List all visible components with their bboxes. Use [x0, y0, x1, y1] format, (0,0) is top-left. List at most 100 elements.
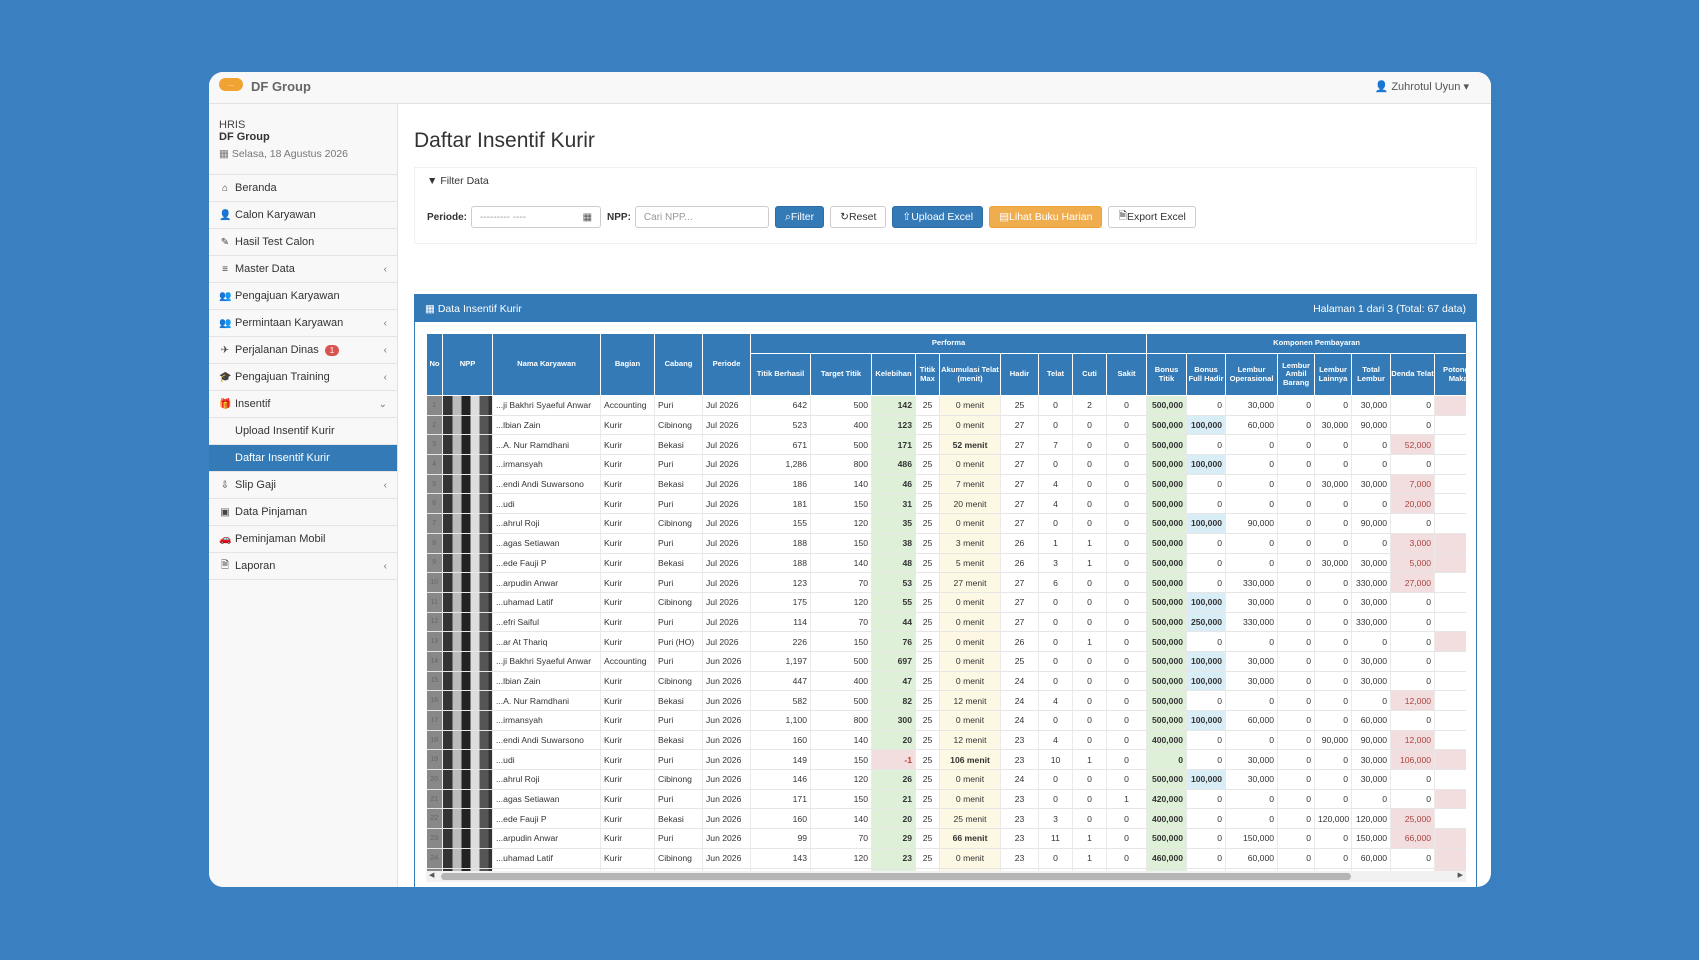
horizontal-scrollbar[interactable]: ◀ ▶	[426, 871, 1466, 882]
table-row[interactable]: 13 ...ar At Thariq Kurir Puri (HO) Jul 2026 2…	[426, 631, 1466, 652]
table-cell: Accounting	[600, 651, 655, 672]
lihat-buku-harian-button[interactable]: ▤ Lihat Buku Harian	[989, 206, 1103, 228]
table-cell: 330,000	[1225, 572, 1279, 593]
brand-logo[interactable]: ...	[219, 78, 243, 91]
table-cell: 0	[1106, 690, 1148, 711]
sidebar-item-hasil-test-calon[interactable]: ✎ Hasil Test Calon	[209, 229, 397, 256]
table-row[interactable]: 5 ...endi Andi Suwarsono Kurir Bekasi Jul 20…	[426, 474, 1466, 495]
export-excel-button[interactable]: 🗎 Export Excel	[1108, 206, 1196, 228]
table-row[interactable]: 3 ...A. Nur Ramdhani Kurir Bekasi Jul 2026 67…	[426, 434, 1466, 456]
table-row[interactable]: 23 ...arpudin Anwar Kurir Puri Jun 2026 99 70 2…	[426, 828, 1466, 849]
table-cell: 30,000	[1314, 553, 1353, 574]
table-cell: 22	[426, 808, 443, 830]
col-header[interactable]: NPP	[442, 333, 493, 396]
table-container[interactable]: No NPP Nama Karyawan Bagian Cabang Perio…	[426, 333, 1466, 873]
sidebar-item-laporan[interactable]: 🗎 Laporan ‹	[209, 553, 397, 580]
table-row[interactable]: 8 ...agas Setiawan Kurir Puri Jul 2026 188 150…	[426, 533, 1466, 554]
sidebar-item-insentif[interactable]: 🎁 Insentif ⌄	[209, 391, 397, 418]
col-header[interactable]: Periode	[702, 333, 751, 396]
table-row[interactable]: 16 ...A. Nur Ramdhani Kurir Bekasi Jun 2026 5…	[426, 690, 1466, 711]
sidebar-item-master-data[interactable]: ≡ Master Data ‹	[209, 256, 397, 283]
table-row[interactable]: 14 ...ji Bakhri Syaeful Anwar Accounting Pu…	[426, 651, 1466, 672]
col-header[interactable]: Hadir	[1000, 353, 1039, 396]
calendar-icon[interactable]: ▦	[583, 212, 592, 223]
table-row[interactable]: 12 ...efri Saiful Kurir Puri Jul 2026 114 70 44…	[426, 612, 1466, 633]
table-cell: 0	[1314, 848, 1353, 869]
brand-name[interactable]: DF Group	[251, 79, 311, 94]
col-header[interactable]: Denda Telat	[1390, 353, 1436, 396]
sidebar-item-perjalanan-dinas[interactable]: ✈ Perjalanan Dinas 1 ‹	[209, 337, 397, 364]
sidebar-item-permintaan-karyawan[interactable]: 👥 Permintaan Karyawan ‹	[209, 310, 397, 337]
table-row[interactable]: 9 ...ede Fauji P Kurir Bekasi Jul 2026 188 140…	[426, 553, 1466, 574]
sidebar-item-pengajuan-karyawan[interactable]: 👥 Pengajuan Karyawan	[209, 283, 397, 310]
table-cell: 2	[1072, 395, 1107, 416]
table-row[interactable]: 20 ...ahrul Roji Kurir Cibinong Jun 2026 146 1…	[426, 769, 1466, 790]
col-header[interactable]: Sakit	[1105, 353, 1148, 396]
table-row[interactable]: 15 ...lbian Zain Kurir Cibinong Jun 2026 447 4…	[426, 671, 1466, 692]
table-cell: 13	[426, 631, 443, 652]
col-header[interactable]: Total Lembur	[1351, 353, 1392, 396]
table-row[interactable]: 11 ...uhamad Latif Kurir Cibinong Jul 2026 17…	[426, 592, 1466, 613]
col-header[interactable]: Target Titik	[810, 353, 872, 396]
scrollbar-thumb[interactable]	[441, 873, 1351, 880]
table-row[interactable]: 1 ...ji Bakhri Syaeful Anwar Accounting Pur…	[426, 395, 1466, 416]
scroll-left-icon[interactable]: ◀	[429, 871, 434, 879]
table-cell: 25	[915, 513, 940, 534]
col-header[interactable]: Kelebihan	[871, 353, 916, 396]
sidebar-item-data-pinjaman[interactable]: ▣ Data Pinjaman	[209, 499, 397, 526]
sidebar-item-upload-insentif-kurir[interactable]: Upload Insentif Kurir	[209, 418, 397, 445]
sidebar-item-daftar-insentif-kurir[interactable]: Daftar Insentif Kurir	[209, 445, 397, 472]
table-cell: Cibinong	[654, 513, 703, 534]
table-row[interactable]: 17 ...irmansyah Kurir Puri Jun 2026 1,100 800 3…	[426, 710, 1466, 731]
table-row[interactable]: 24 ...uhamad Latif Kurir Cibinong Jun 2026 14…	[426, 848, 1466, 869]
table-cell: 2	[426, 415, 443, 436]
sidebar-item-label: Pengajuan Training	[235, 371, 330, 383]
table-cell: Jul 2026	[702, 533, 751, 554]
col-header[interactable]: Titik Berhasil	[750, 353, 811, 396]
table-cell: 0	[1351, 690, 1392, 711]
col-header[interactable]: Akumulasi Telat (menit)	[939, 353, 1001, 396]
table-cell: 0	[1277, 808, 1316, 830]
table-row[interactable]: 18 ...endi Andi Suwarsono Kurir Bekasi Jun 2…	[426, 730, 1466, 751]
col-header[interactable]: No	[426, 333, 443, 396]
table-row[interactable]: 2 ...lbian Zain Kurir Cibinong Jul 2026 523 40…	[426, 415, 1466, 436]
table-row[interactable]: 21 ...agas Setiawan Kurir Puri Jun 2026 171 15…	[426, 789, 1466, 810]
sidebar-item-label: Master Data	[235, 263, 295, 275]
col-header[interactable]: Lembur Operasional	[1225, 353, 1279, 396]
sidebar-item-peminjaman-mobil[interactable]: 🚗 Peminjaman Mobil	[209, 526, 397, 553]
sidebar-item-slip-gaji[interactable]: ⇩ Slip Gaji ‹	[209, 472, 397, 499]
sidebar-item-beranda[interactable]: ⌂ Beranda	[209, 175, 397, 202]
col-header[interactable]: Cuti	[1072, 353, 1107, 396]
table-row[interactable]: 19 ...udi Kurir Puri Jun 2026 149 150 -1 25 106 m…	[426, 749, 1466, 771]
col-header[interactable]: Potongan Makan	[1434, 353, 1466, 396]
table-row[interactable]: 4 ...irmansyah Kurir Puri Jul 2026 1,286 800 48…	[426, 454, 1466, 475]
table-row[interactable]: 6 ...udi Kurir Puri Jul 2026 181 150 31 25 20 men…	[426, 493, 1466, 515]
col-header[interactable]: Cabang	[654, 333, 703, 396]
col-header[interactable]: Bagian	[600, 333, 655, 396]
sidebar-item-pengajuan-training[interactable]: 🎓 Pengajuan Training ‹	[209, 364, 397, 391]
col-header[interactable]: Telat	[1038, 353, 1073, 396]
filter-button[interactable]: ⌕ Filter	[774, 206, 825, 228]
col-header[interactable]: Lembur Ambil Barang	[1277, 353, 1316, 396]
reset-button[interactable]: ↻ Reset	[830, 206, 887, 228]
table-cell: 26	[1000, 631, 1039, 652]
col-header[interactable]: Titik Max	[915, 353, 940, 396]
npp-input[interactable]: Cari NPP...	[634, 206, 769, 228]
scroll-right-icon[interactable]: ▶	[1458, 871, 1463, 879]
col-header[interactable]: Nama Karyawan	[492, 333, 601, 396]
periode-input[interactable]: --------- ---- ▦	[471, 206, 602, 228]
col-header[interactable]: Bonus Full Hadir	[1186, 353, 1227, 396]
table-cell: 0	[1106, 730, 1148, 751]
table-cell: 5,000	[1390, 553, 1436, 574]
table-row[interactable]: 10 ...arpudin Anwar Kurir Puri Jul 2026 123 70…	[426, 572, 1466, 593]
table-cell	[1434, 710, 1466, 731]
table-cell: 0	[1106, 592, 1148, 613]
user-menu[interactable]: 👤 Zuhrotul Uyun ▾	[1375, 80, 1469, 93]
upload-excel-button[interactable]: ⇧ Upload Excel	[892, 206, 984, 228]
table-row[interactable]: 22 ...ede Fauji P Kurir Bekasi Jun 2026 160 14…	[426, 808, 1466, 830]
col-header[interactable]: Lembur Lainnya	[1314, 353, 1353, 396]
table-cell: 0	[1106, 513, 1148, 534]
table-row[interactable]: 7 ...ahrul Roji Kurir Cibinong Jul 2026 155 12…	[426, 513, 1466, 534]
sidebar-item-calon-karyawan[interactable]: 👤 Calon Karyawan	[209, 202, 397, 229]
col-header[interactable]: Bonus Titik	[1146, 353, 1188, 396]
